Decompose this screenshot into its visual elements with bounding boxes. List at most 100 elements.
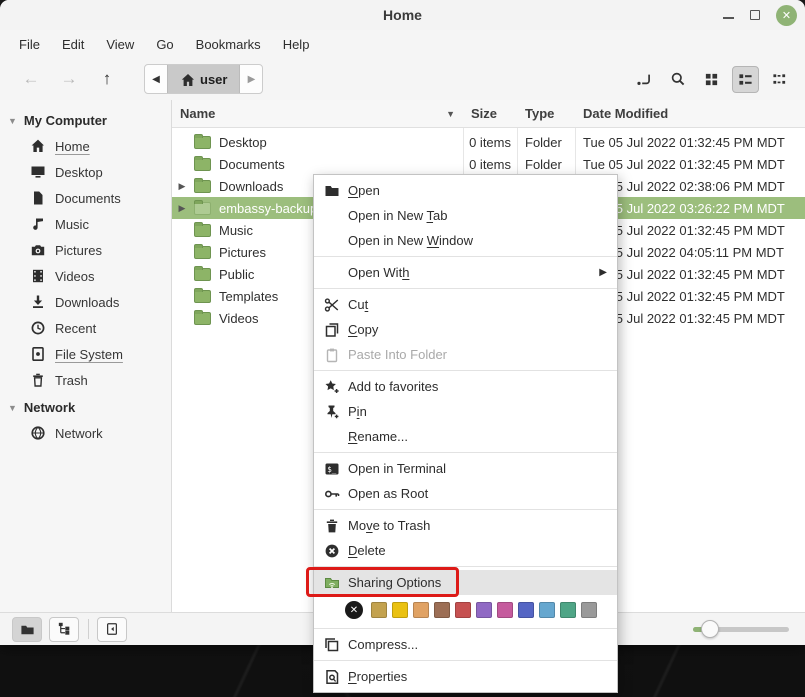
sidebar-item-network[interactable]: Network bbox=[0, 420, 171, 446]
column-header-type[interactable]: Type bbox=[517, 106, 575, 121]
sidebar-item-label: Pictures bbox=[55, 243, 102, 258]
menu-edit[interactable]: Edit bbox=[51, 33, 95, 56]
menu-go[interactable]: Go bbox=[145, 33, 184, 56]
file-row-documents[interactable]: Documents 0 items Folder Tue 05 Jul 2022… bbox=[172, 153, 805, 175]
sidebar-item-downloads[interactable]: Downloads bbox=[0, 289, 171, 315]
tree-view-icon[interactable] bbox=[49, 617, 79, 642]
menu-item-open-in-new-window[interactable]: Open in New Window bbox=[314, 228, 617, 253]
sidebar-item-label: Network bbox=[55, 426, 103, 441]
sidebar-item-videos[interactable]: Videos bbox=[0, 263, 171, 289]
minimize-button[interactable] bbox=[723, 17, 734, 19]
menu-item-add-to-favorites[interactable]: Add to favorites bbox=[314, 374, 617, 399]
column-header-size[interactable]: Size bbox=[463, 106, 517, 121]
color-swatch-teal[interactable] bbox=[560, 602, 576, 618]
disk-icon bbox=[30, 346, 46, 362]
zoom-slider[interactable] bbox=[693, 620, 789, 638]
places-view-icon[interactable] bbox=[12, 617, 42, 642]
menu-item-rename[interactable]: Rename... bbox=[314, 424, 617, 449]
menu-item-copy[interactable]: Copy bbox=[314, 317, 617, 342]
collapse-triangle-icon[interactable]: ▼ bbox=[8, 116, 17, 126]
terminal-icon: $_ bbox=[324, 461, 340, 477]
color-swatch-tan[interactable] bbox=[371, 602, 387, 618]
menu-item-cut[interactable]: Cut bbox=[314, 292, 617, 317]
sidebar-item-documents[interactable]: Documents bbox=[0, 185, 171, 211]
icon-view-icon[interactable] bbox=[698, 66, 725, 93]
sidebar-item-desktop[interactable]: Desktop bbox=[0, 159, 171, 185]
menu-item-open[interactable]: Open bbox=[314, 178, 617, 203]
menu-item-open-as-root[interactable]: Open as Root bbox=[314, 481, 617, 506]
file-name: Public bbox=[219, 267, 254, 282]
location-entry-icon[interactable] bbox=[630, 66, 657, 93]
sidebar-item-pictures[interactable]: Pictures bbox=[0, 237, 171, 263]
file-type: Folder bbox=[517, 157, 575, 172]
expander-icon[interactable]: ▶ bbox=[176, 203, 188, 214]
folder-icon bbox=[194, 246, 211, 259]
menu-item-move-to-trash[interactable]: Move to Trash bbox=[314, 513, 617, 538]
color-swatch-yellow[interactable] bbox=[392, 602, 408, 618]
remove-color-icon[interactable]: ✕ bbox=[345, 601, 363, 619]
screen: Home ✕ File Edit View Go Bookmarks Help … bbox=[0, 0, 805, 697]
sidebar-item-file-system[interactable]: File System bbox=[0, 341, 171, 367]
column-header-name[interactable]: Name ▼ bbox=[172, 106, 463, 121]
breadcrumb-left-chevron-icon[interactable]: ◀ bbox=[145, 65, 167, 93]
maximize-button[interactable] bbox=[750, 10, 760, 20]
up-icon[interactable]: ↑ bbox=[88, 69, 126, 89]
menu-item-properties[interactable]: Properties bbox=[314, 664, 617, 689]
menu-item-pin[interactable]: Pin bbox=[314, 399, 617, 424]
toolbar-right-group bbox=[630, 66, 793, 93]
sidebar-header-my-computer[interactable]: ▼ My Computer bbox=[0, 108, 171, 133]
compact-view-icon[interactable] bbox=[766, 66, 793, 93]
back-icon[interactable]: ← bbox=[12, 69, 50, 89]
column-header-date-modified[interactable]: Date Modified bbox=[575, 106, 805, 121]
sidebar-item-trash[interactable]: Trash bbox=[0, 367, 171, 393]
zoom-slider-knob[interactable] bbox=[701, 620, 719, 638]
menu-separator bbox=[314, 452, 617, 453]
list-view-icon[interactable] bbox=[732, 66, 759, 93]
color-swatch-red[interactable] bbox=[455, 602, 471, 618]
menu-item-label: Paste Into Folder bbox=[348, 347, 447, 362]
menu-help[interactable]: Help bbox=[272, 33, 321, 56]
color-swatch-blue[interactable] bbox=[518, 602, 534, 618]
menu-item-open-with[interactable]: Open With ▶ bbox=[314, 260, 617, 285]
hide-sidebar-icon[interactable] bbox=[97, 617, 127, 642]
search-icon[interactable] bbox=[664, 66, 691, 93]
window-controls: ✕ bbox=[723, 0, 797, 30]
sidebar-header-network[interactable]: ▼ Network bbox=[0, 395, 171, 420]
titlebar[interactable]: Home ✕ bbox=[0, 0, 805, 30]
sidebar-item-home[interactable]: Home bbox=[0, 133, 171, 159]
sort-descending-icon: ▼ bbox=[446, 109, 455, 119]
menu-separator bbox=[314, 288, 617, 289]
expander-icon[interactable]: ▶ bbox=[176, 181, 188, 192]
close-button[interactable]: ✕ bbox=[776, 5, 797, 26]
folder-icon bbox=[194, 290, 211, 303]
breadcrumb-right-chevron-icon[interactable]: ▶ bbox=[240, 65, 262, 93]
menu-item-sharing-options[interactable]: Sharing Options bbox=[314, 570, 617, 595]
camera-icon bbox=[30, 242, 46, 258]
home-icon bbox=[30, 138, 46, 154]
menu-item-compress[interactable]: Compress... bbox=[314, 632, 617, 657]
menu-item-delete[interactable]: Delete bbox=[314, 538, 617, 563]
menu-bookmarks[interactable]: Bookmarks bbox=[185, 33, 272, 56]
color-swatch-pink[interactable] bbox=[497, 602, 513, 618]
color-swatch-orange[interactable] bbox=[413, 602, 429, 618]
color-swatch-gray[interactable] bbox=[581, 602, 597, 618]
menu-view[interactable]: View bbox=[95, 33, 145, 56]
key-icon bbox=[324, 486, 340, 502]
sidebar-section-network: ▼ Network Network bbox=[0, 395, 171, 446]
sidebar-item-music[interactable]: Music bbox=[0, 211, 171, 237]
menu-item-open-in-new-tab[interactable]: Open in New Tab bbox=[314, 203, 617, 228]
forward-icon[interactable]: → bbox=[50, 69, 88, 89]
collapse-triangle-icon[interactable]: ▼ bbox=[8, 403, 17, 413]
file-name: embassy-backup bbox=[219, 201, 317, 216]
menu-file[interactable]: File bbox=[8, 33, 51, 56]
color-swatch-brown[interactable] bbox=[434, 602, 450, 618]
delete-circle-icon bbox=[324, 543, 340, 559]
breadcrumb-user-segment[interactable]: user bbox=[167, 65, 240, 93]
file-size: 0 items bbox=[463, 135, 517, 150]
color-swatch-light-blue[interactable] bbox=[539, 602, 555, 618]
shared-folder-icon bbox=[324, 575, 340, 591]
color-swatch-purple[interactable] bbox=[476, 602, 492, 618]
file-row-desktop[interactable]: Desktop 0 items Folder Tue 05 Jul 2022 0… bbox=[172, 131, 805, 153]
sidebar-item-recent[interactable]: Recent bbox=[0, 315, 171, 341]
menu-item-open-in-terminal[interactable]: $_ Open in Terminal bbox=[314, 456, 617, 481]
